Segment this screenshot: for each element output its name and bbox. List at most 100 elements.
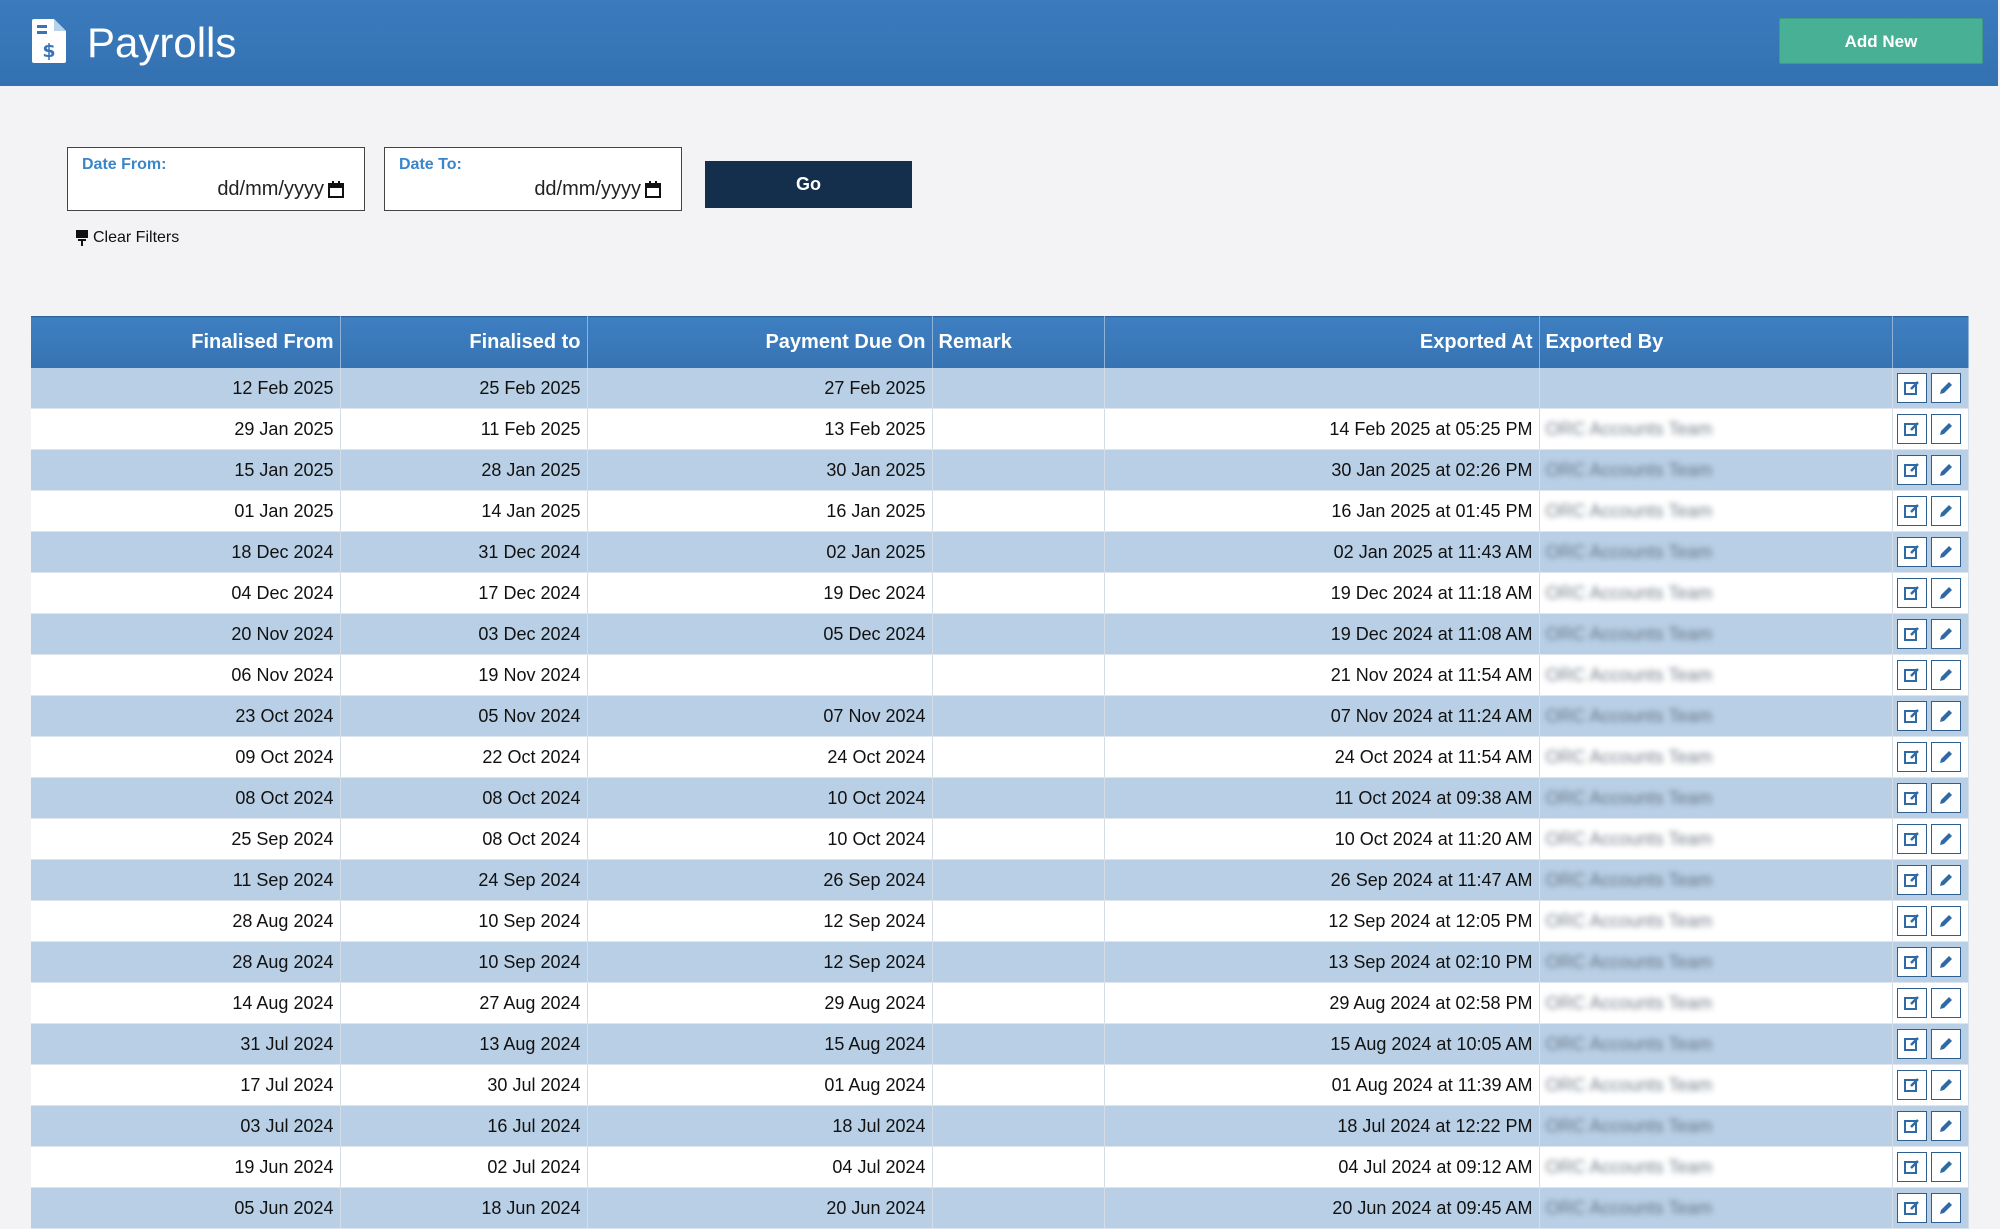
- table-row[interactable]: 03 Jul 2024 16 Jul 2024 18 Jul 2024 18 Jul …: [31, 1105, 1969, 1147]
- table-row[interactable]: 14 Aug 2024 27 Aug 2024 29 Aug 2024 29 Aug …: [31, 982, 1969, 1024]
- pencil-icon[interactable]: [1930, 783, 1961, 813]
- table-row[interactable]: 25 Sep 2024 08 Oct 2024 10 Oct 2024 10 Oct …: [31, 818, 1969, 860]
- date-from-field[interactable]: Date From: dd/mm/yyyy: [67, 147, 365, 211]
- table-row[interactable]: 04 Dec 2024 17 Dec 2024 19 Dec 2024 19 Dec …: [31, 572, 1969, 614]
- table-row[interactable]: 01 Jan 2025 14 Jan 2025 16 Jan 2025 16 Jan …: [31, 490, 1969, 532]
- table-row[interactable]: 23 Oct 2024 05 Nov 2024 07 Nov 2024 07 Nov …: [31, 695, 1969, 737]
- edit-square-icon[interactable]: [1896, 824, 1927, 854]
- finalised-to-cell: 13 Aug 2024: [340, 1023, 588, 1065]
- payment-due-cell: 07 Nov 2024: [587, 695, 933, 737]
- pencil-icon[interactable]: [1930, 988, 1961, 1018]
- pencil-icon[interactable]: [1930, 660, 1961, 690]
- table-row[interactable]: 31 Jul 2024 13 Aug 2024 15 Aug 2024 15 Aug …: [31, 1023, 1969, 1065]
- exported-by-cell: ORC Accounts Team: [1539, 1105, 1893, 1147]
- edit-square-icon[interactable]: [1896, 947, 1927, 977]
- calendar-icon[interactable]: [328, 181, 344, 198]
- pencil-icon[interactable]: [1930, 578, 1961, 608]
- table-row[interactable]: 15 Jan 2025 28 Jan 2025 30 Jan 2025 30 Jan …: [31, 449, 1969, 491]
- table-row[interactable]: 06 Nov 2024 19 Nov 2024 21 Nov 2024 at 11:…: [31, 654, 1969, 696]
- exported-by-cell: ORC Accounts Team: [1539, 736, 1893, 778]
- exported-by-name: ORC Accounts Team: [1545, 951, 1713, 972]
- table-row[interactable]: 28 Aug 2024 10 Sep 2024 12 Sep 2024 12 Sep …: [31, 900, 1969, 942]
- col-payment-due-on[interactable]: Payment Due On: [587, 316, 933, 368]
- exported-by-name: ORC Accounts Team: [1545, 664, 1713, 685]
- payment-due-cell: 01 Aug 2024: [587, 1064, 933, 1106]
- exported-by-cell: ORC Accounts Team: [1539, 531, 1893, 573]
- table-row[interactable]: 18 Dec 2024 31 Dec 2024 02 Jan 2025 02 Jan …: [31, 531, 1969, 573]
- col-exported-at[interactable]: Exported At: [1104, 316, 1540, 368]
- edit-square-icon[interactable]: [1896, 414, 1927, 444]
- edit-square-icon[interactable]: [1896, 496, 1927, 526]
- table-row[interactable]: 17 Jul 2024 30 Jul 2024 01 Aug 2024 01 Aug …: [31, 1064, 1969, 1106]
- go-button[interactable]: Go: [705, 161, 912, 208]
- edit-square-icon[interactable]: [1896, 1193, 1927, 1223]
- edit-square-icon[interactable]: [1896, 783, 1927, 813]
- pencil-icon[interactable]: [1930, 947, 1961, 977]
- exported-at-cell: 26 Sep 2024 at 11:47 AM: [1104, 859, 1540, 901]
- exported-by-cell: ORC Accounts Team: [1539, 695, 1893, 737]
- table-row[interactable]: 09 Oct 2024 22 Oct 2024 24 Oct 2024 24 Oct …: [31, 736, 1969, 778]
- pencil-icon[interactable]: [1930, 1152, 1961, 1182]
- pencil-icon[interactable]: [1930, 824, 1961, 854]
- edit-square-icon[interactable]: [1896, 906, 1927, 936]
- payment-due-cell: 10 Oct 2024: [587, 818, 933, 860]
- col-finalised-from[interactable]: Finalised From: [31, 316, 341, 368]
- edit-square-icon[interactable]: [1896, 701, 1927, 731]
- edit-square-icon[interactable]: [1896, 865, 1927, 895]
- date-to-input[interactable]: dd/mm/yyyy: [534, 178, 641, 201]
- finalised-from-cell: 09 Oct 2024: [31, 736, 341, 778]
- col-finalised-to[interactable]: Finalised to: [340, 316, 588, 368]
- exported-at-cell: 10 Oct 2024 at 11:20 AM: [1104, 818, 1540, 860]
- edit-square-icon[interactable]: [1896, 373, 1927, 403]
- pencil-icon[interactable]: [1930, 1111, 1961, 1141]
- clear-filters-link[interactable]: Clear Filters: [75, 229, 179, 247]
- pencil-icon[interactable]: [1930, 906, 1961, 936]
- table-row[interactable]: 08 Oct 2024 08 Oct 2024 10 Oct 2024 11 Oct …: [31, 777, 1969, 819]
- pencil-icon[interactable]: [1930, 414, 1961, 444]
- pencil-icon[interactable]: [1930, 537, 1961, 567]
- table-row[interactable]: 20 Nov 2024 03 Dec 2024 05 Dec 2024 19 Dec …: [31, 613, 1969, 655]
- exported-by-cell: ORC Accounts Team: [1539, 1146, 1893, 1188]
- date-from-input[interactable]: dd/mm/yyyy: [217, 178, 324, 201]
- table-row[interactable]: 19 Jun 2024 02 Jul 2024 04 Jul 2024 04 Jul …: [31, 1146, 1969, 1188]
- table-row[interactable]: 11 Sep 2024 24 Sep 2024 26 Sep 2024 26 Sep …: [31, 859, 1969, 901]
- table-row[interactable]: 05 Jun 2024 18 Jun 2024 20 Jun 2024 20 Jun …: [31, 1187, 1969, 1229]
- edit-square-icon[interactable]: [1896, 1070, 1927, 1100]
- exported-by-cell: ORC Accounts Team: [1539, 941, 1893, 983]
- pencil-icon[interactable]: [1930, 496, 1961, 526]
- pencil-icon[interactable]: [1930, 619, 1961, 649]
- edit-square-icon[interactable]: [1896, 537, 1927, 567]
- pencil-icon[interactable]: [1930, 373, 1961, 403]
- edit-square-icon[interactable]: [1896, 660, 1927, 690]
- pencil-icon[interactable]: [1930, 1029, 1961, 1059]
- svg-text:$: $: [42, 40, 55, 62]
- pencil-icon[interactable]: [1930, 865, 1961, 895]
- pencil-icon[interactable]: [1930, 1193, 1961, 1223]
- finalised-to-cell: 02 Jul 2024: [340, 1146, 588, 1188]
- payment-due-cell: 29 Aug 2024: [587, 982, 933, 1024]
- pencil-icon[interactable]: [1930, 742, 1961, 772]
- add-new-button[interactable]: Add New: [1779, 18, 1983, 64]
- edit-square-icon[interactable]: [1896, 455, 1927, 485]
- table-row[interactable]: 28 Aug 2024 10 Sep 2024 12 Sep 2024 13 Sep …: [31, 941, 1969, 983]
- edit-square-icon[interactable]: [1896, 619, 1927, 649]
- date-to-field[interactable]: Date To: dd/mm/yyyy: [384, 147, 682, 211]
- table-row[interactable]: 12 Feb 2025 25 Feb 2025 27 Feb 2025: [31, 368, 1969, 409]
- col-exported-by[interactable]: Exported By: [1539, 316, 1893, 368]
- col-remark[interactable]: Remark: [932, 316, 1105, 368]
- calendar-icon[interactable]: [645, 181, 661, 198]
- edit-square-icon[interactable]: [1896, 988, 1927, 1018]
- pencil-icon[interactable]: [1930, 1070, 1961, 1100]
- edit-square-icon[interactable]: [1896, 1111, 1927, 1141]
- edit-square-icon[interactable]: [1896, 742, 1927, 772]
- remark-cell: [932, 572, 1105, 614]
- edit-square-icon[interactable]: [1896, 1029, 1927, 1059]
- remark-cell: [932, 941, 1105, 983]
- payment-due-cell: 19 Dec 2024: [587, 572, 933, 614]
- table-row[interactable]: 29 Jan 2025 11 Feb 2025 13 Feb 2025 14 Feb …: [31, 408, 1969, 450]
- edit-square-icon[interactable]: [1896, 578, 1927, 608]
- pencil-icon[interactable]: [1930, 455, 1961, 485]
- pencil-icon[interactable]: [1930, 701, 1961, 731]
- exported-by-cell: ORC Accounts Team: [1539, 449, 1893, 491]
- edit-square-icon[interactable]: [1896, 1152, 1927, 1182]
